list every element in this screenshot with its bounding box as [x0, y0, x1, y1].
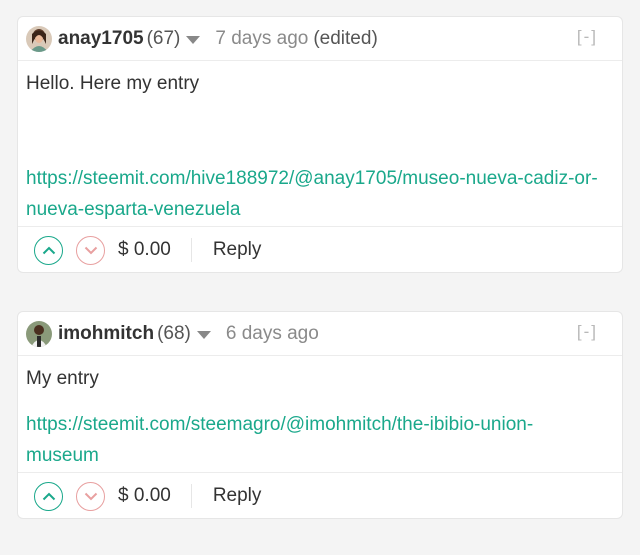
downvote-button[interactable] [76, 235, 105, 265]
payout-value[interactable]: $ 0.00 [118, 484, 192, 508]
upvote-icon [42, 246, 55, 254]
reply-button[interactable]: Reply [213, 485, 262, 507]
comment-timestamp[interactable]: 6 days ago [226, 323, 319, 345]
collapse-button[interactable]: [-] [577, 27, 598, 47]
downvote-icon [84, 246, 97, 254]
payout-value[interactable]: $ 0.00 [118, 238, 192, 262]
comment-body: My entry https://steemit.com/steemagro/@… [18, 356, 622, 473]
collapse-button[interactable]: [-] [577, 322, 598, 342]
downvote-icon [84, 492, 97, 500]
edited-label: (edited) [313, 27, 378, 49]
author-name[interactable]: imohmitch [58, 323, 154, 345]
downvote-button[interactable] [76, 481, 105, 511]
upvote-button[interactable] [34, 481, 63, 511]
comment-header: imohmitch (68) 6 days ago [-] [18, 312, 622, 356]
comment-text: My entry [26, 368, 99, 389]
avatar[interactable] [26, 320, 52, 347]
comment-text: Hello. Here my entry [26, 73, 200, 94]
comment-card: anay1705 (67) 7 days ago (edited) [-] He… [17, 16, 623, 273]
comment-body: Hello. Here my entry https://steemit.com… [18, 61, 622, 227]
author-name[interactable]: anay1705 [58, 28, 144, 50]
comment-footer: $ 0.00 Reply [18, 227, 622, 272]
author-reputation: (67) [146, 27, 181, 49]
avatar[interactable] [26, 25, 52, 52]
comment-link[interactable]: https://steemit.com/steemagro/@imohmitch… [26, 409, 586, 471]
comment-timestamp[interactable]: 7 days ago [215, 28, 308, 50]
upvote-button[interactable] [34, 235, 63, 265]
comment-footer: $ 0.00 Reply [18, 473, 622, 518]
comment-header: anay1705 (67) 7 days ago (edited) [-] [18, 17, 622, 61]
upvote-icon [42, 492, 55, 500]
reply-button[interactable]: Reply [213, 239, 262, 261]
caret-down-icon[interactable] [186, 35, 201, 44]
author-reputation: (68) [157, 322, 191, 344]
comment-link[interactable]: https://steemit.com/hive188972/@anay1705… [26, 163, 616, 225]
comment-card: imohmitch (68) 6 days ago [-] My entry h… [17, 311, 623, 519]
caret-down-icon[interactable] [196, 330, 211, 339]
